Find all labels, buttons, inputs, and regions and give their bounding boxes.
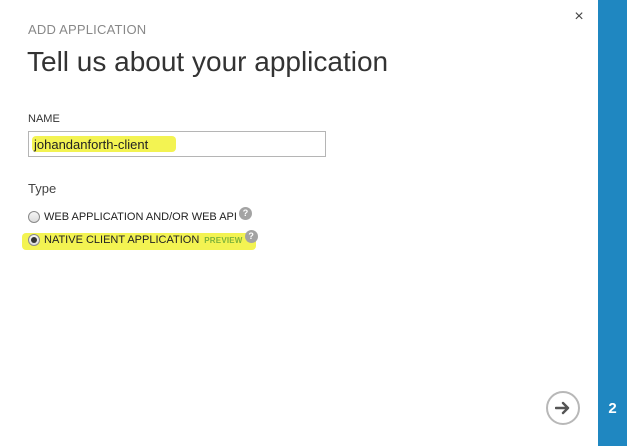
radio-label-web-application: WEB APPLICATION AND/OR WEB API bbox=[44, 211, 237, 223]
radio-label-native-client: NATIVE CLIENT APPLICATION bbox=[44, 234, 200, 246]
close-icon[interactable]: × bbox=[571, 8, 587, 26]
step-number: 2 bbox=[608, 400, 617, 417]
next-button[interactable] bbox=[546, 391, 580, 425]
radio-web-application[interactable] bbox=[28, 211, 40, 223]
help-icon[interactable]: ? bbox=[244, 229, 258, 243]
name-input-value: johandanforth-client bbox=[34, 137, 149, 152]
type-label: Type bbox=[28, 181, 57, 196]
preview-badge: PREVIEW bbox=[204, 235, 243, 245]
wizard-step-panel: 2 bbox=[598, 0, 627, 446]
page-title: Tell us about your application bbox=[27, 46, 389, 77]
help-icon[interactable]: ? bbox=[238, 206, 252, 220]
arrow-right-circle-icon bbox=[555, 401, 570, 415]
name-label: NAME bbox=[28, 113, 60, 125]
radio-native-client[interactable] bbox=[28, 234, 40, 246]
add-application-dialog: × ADD APPLICATION Tell us about your app… bbox=[0, 0, 598, 446]
dialog-eyebrow: ADD APPLICATION bbox=[28, 22, 147, 37]
radio-option-web-application[interactable]: WEB APPLICATION AND/OR WEB API ? bbox=[28, 206, 252, 226]
radio-option-native-client[interactable]: NATIVE CLIENT APPLICATION PREVIEW ? bbox=[28, 229, 258, 249]
name-input[interactable]: johandanforth-client bbox=[28, 131, 326, 157]
